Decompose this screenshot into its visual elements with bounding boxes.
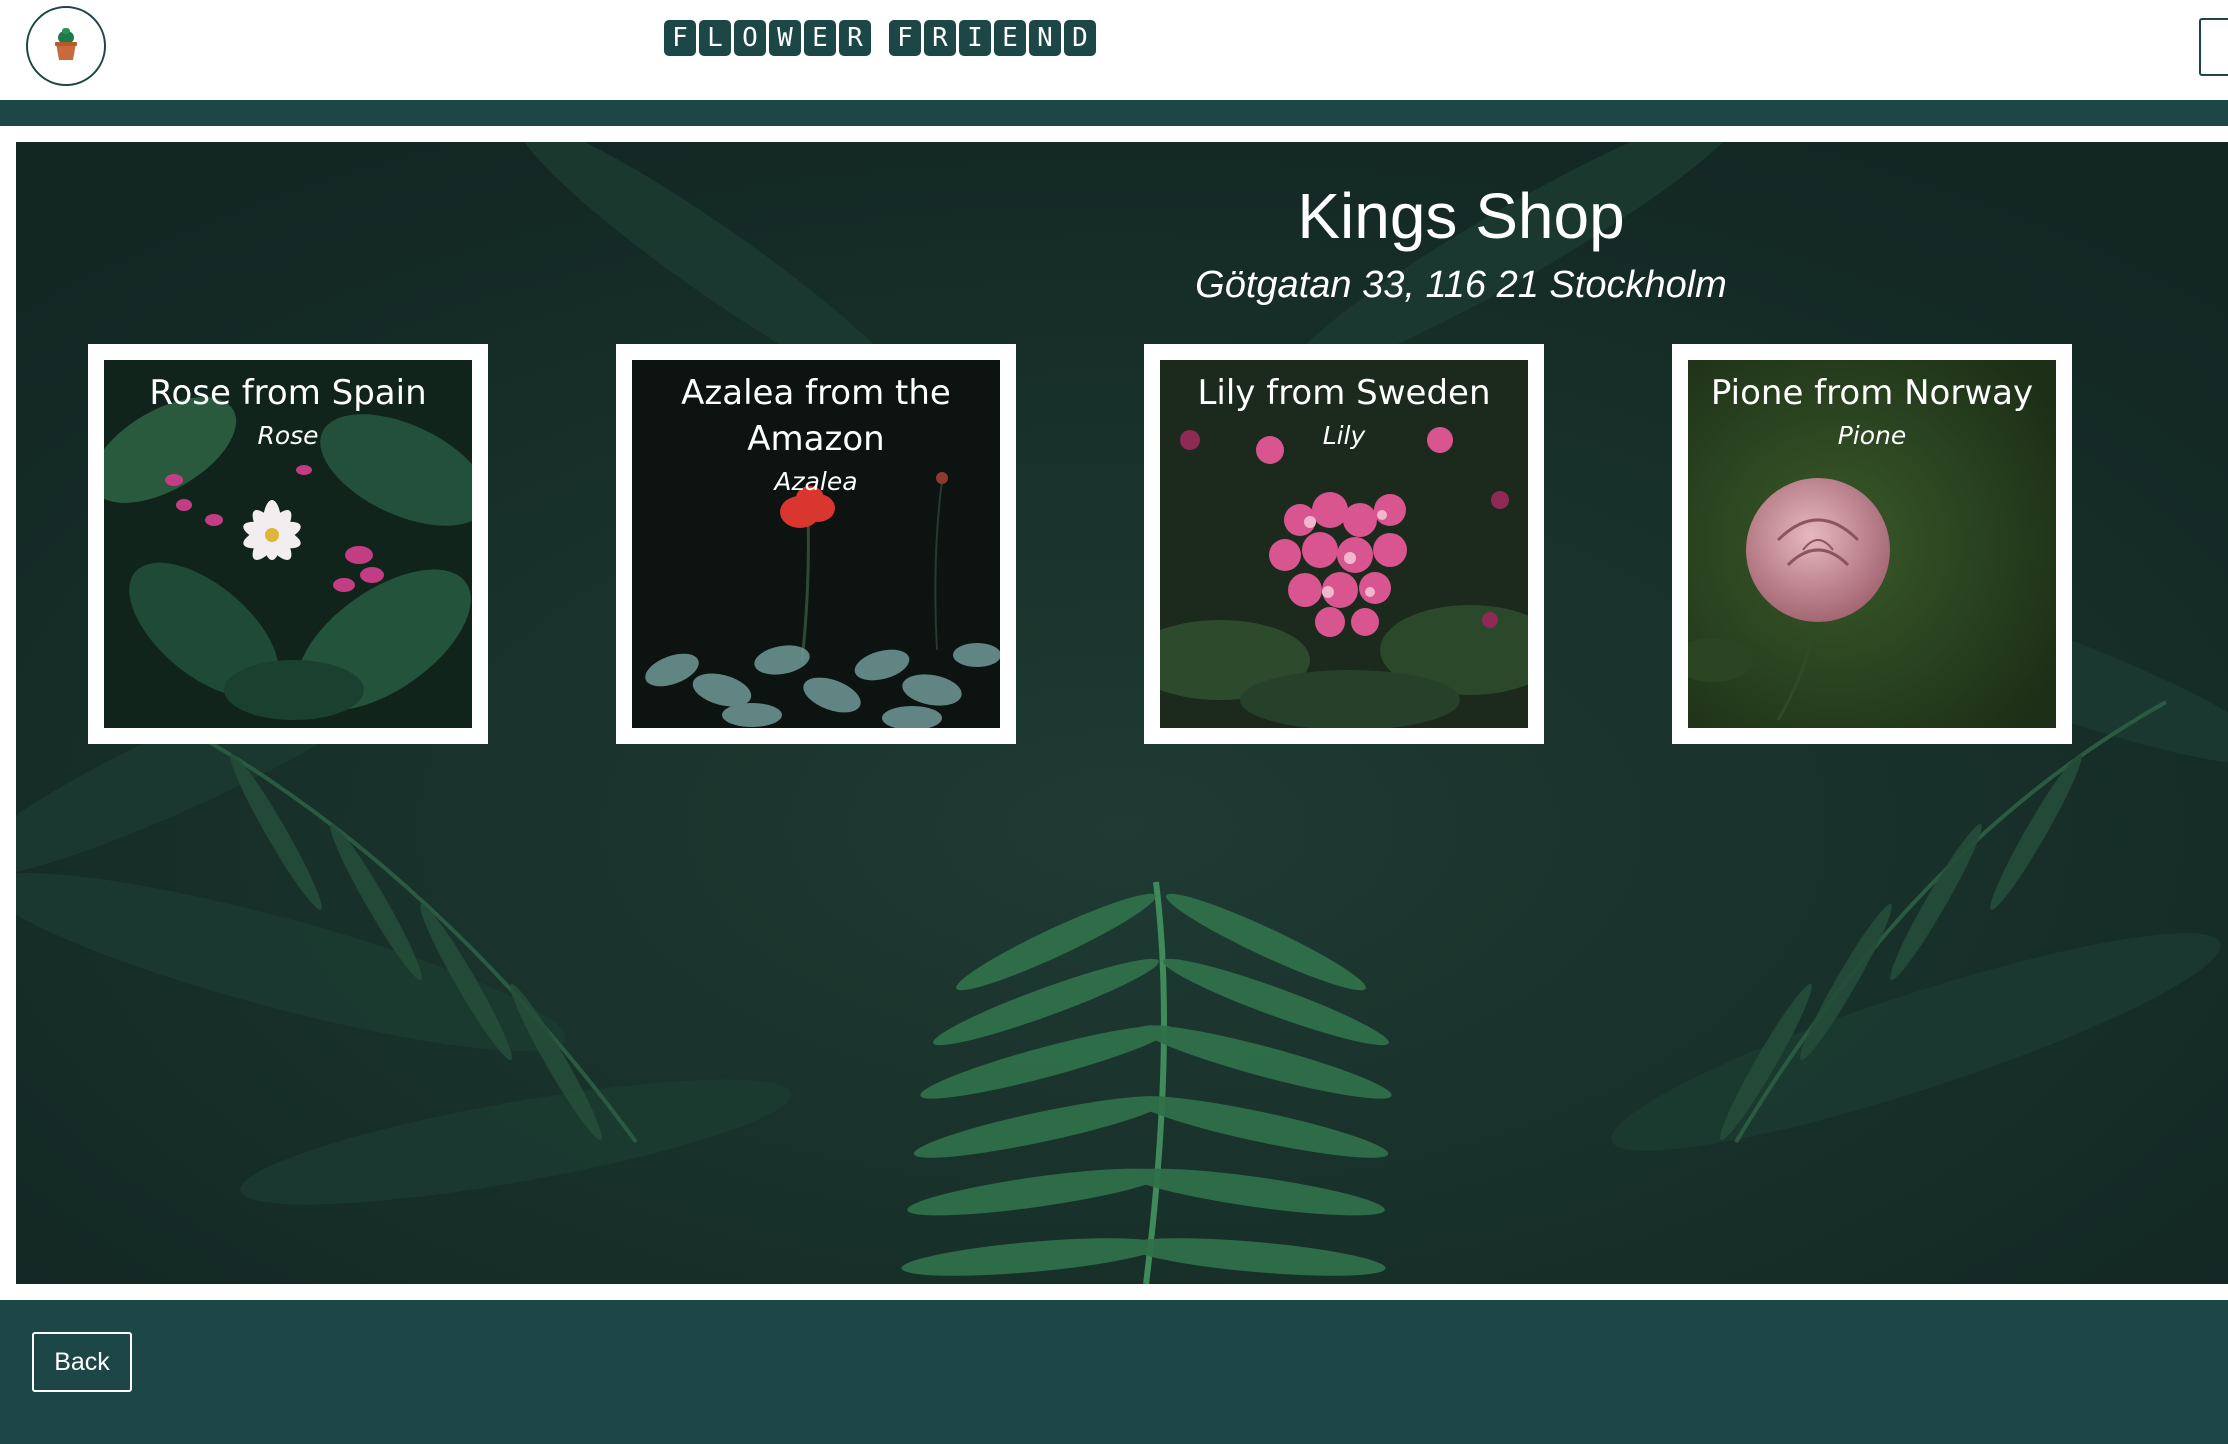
header-divider [0,100,2228,126]
brand-letter: D [1064,20,1096,56]
flower-type: Azalea [774,467,858,496]
flower-card-pione[interactable]: Pione from Norway Pione [1672,344,2072,744]
flower-card-rose[interactable]: Rose from Spain Rose [88,344,488,744]
flower-photo: Azalea from the Amazon Azalea [632,360,1000,728]
flower-card-lily[interactable]: Lily from Sweden Lily [1144,344,1544,744]
brand-letter: W [769,20,801,56]
app-footer: Back [0,1300,2228,1444]
shop-hero: Kings Shop Götgatan 33, 116 21 Stockholm [16,142,2228,1284]
brand-word-friend: F R I E N D [889,20,1096,56]
brand-letter: N [1029,20,1061,56]
brand-logo[interactable]: F L O W E R F R I E N D [664,20,1096,56]
flower-card-azalea[interactable]: Azalea from the Amazon Azalea [616,344,1016,744]
flower-card-text: Pione from Norway Pione [1688,370,2056,456]
brand-letter: F [889,20,921,56]
flower-photo: Lily from Sweden Lily [1160,360,1528,728]
flower-name: Pione from Norway [1710,373,2034,413]
brand-letter: R [839,20,871,56]
brand-word-flower: F L O W E R [664,20,871,56]
flower-photo: Rose from Spain Rose [104,360,472,728]
brand-letter: O [734,20,766,56]
flower-name: Rose from Spain [149,373,427,413]
brand-letter: E [994,20,1026,56]
brand-letter: E [804,20,836,56]
brand-letter: R [924,20,956,56]
flower-type: Rose [257,421,319,450]
cactus-pot-icon [55,28,77,60]
brand-letter: L [699,20,731,56]
shop-title: Kings Shop [1297,180,1625,252]
flower-card-text: Rose from Spain Rose [104,370,472,456]
flower-name: Azalea from the Amazon [681,373,951,459]
flower-type: Lily [1322,421,1366,450]
back-button[interactable]: Back [32,1332,132,1392]
brand-letter: F [664,20,696,56]
shop-address: Götgatan 33, 116 21 Stockholm [1195,264,1727,306]
flower-card-text: Lily from Sweden Lily [1160,370,1528,456]
flower-name: Lily from Sweden [1197,373,1491,413]
flower-type: Pione [1837,421,1907,450]
app-header: F L O W E R F R I E N D [0,0,2228,100]
logo-button[interactable] [26,6,106,86]
brand-letter: I [959,20,991,56]
flower-photo: Pione from Norway Pione [1688,360,2056,728]
menu-button[interactable] [2199,18,2228,76]
flower-card-text: Azalea from the Amazon Azalea [632,370,1000,502]
